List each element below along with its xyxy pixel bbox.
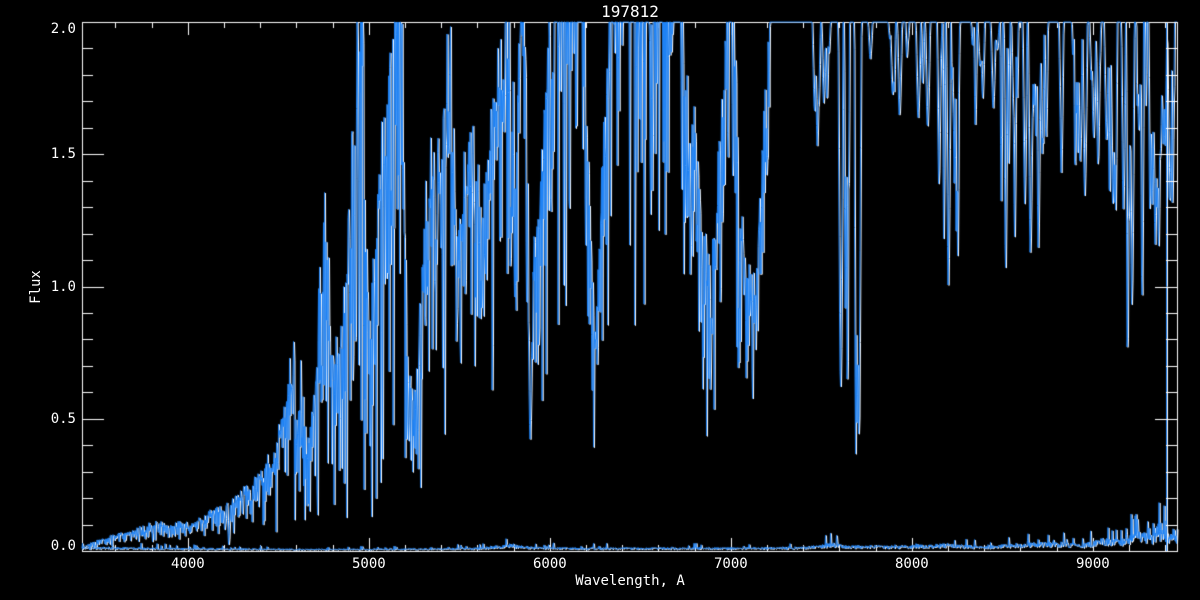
x-tick-label: 6000	[533, 556, 567, 572]
y-tick-label: 1.0	[50, 278, 76, 295]
y-tick-label: 0.0	[50, 538, 76, 554]
y-tick-label: 2.0	[50, 21, 76, 37]
x-axis-title: Wavelength, A	[575, 573, 685, 589]
x-tick-label: 9000	[1075, 556, 1110, 572]
x-tick-label: 8000	[894, 556, 929, 572]
spectrum-chart: 197812 Wavelength, A Flux 4000 5000 6000 70…	[0, 0, 1200, 600]
spectrum-plot-canvas	[0, 0, 1200, 600]
x-tick-label: 4000	[171, 556, 205, 572]
y-tick-label: 1.5	[50, 146, 76, 163]
y-tick-label: 0.5	[50, 410, 76, 427]
x-tick-label: 7000	[713, 556, 748, 572]
x-tick-label: 5000	[352, 556, 386, 572]
chart-title: 197812	[601, 2, 659, 21]
